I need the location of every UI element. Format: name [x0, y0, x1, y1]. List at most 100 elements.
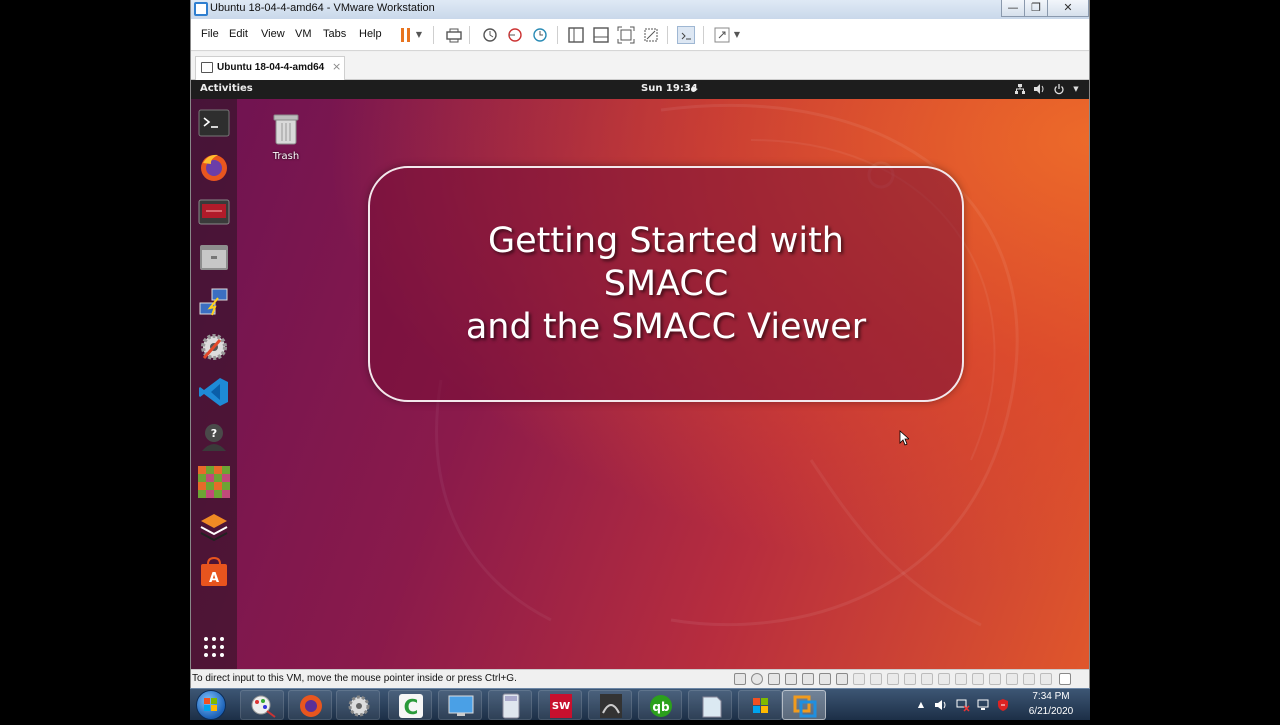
window-title: Ubuntu 18-04-4-amd64 - VMware Workstatio…	[210, 2, 435, 14]
network-tools-icon[interactable]	[198, 286, 230, 318]
tab-label: Ubuntu 18-04-4-amd64	[217, 62, 325, 73]
send-ctrl-alt-del-icon[interactable]	[445, 26, 463, 44]
toolbar-divider	[557, 26, 558, 44]
taskbar-camtasia-icon[interactable]: C	[388, 690, 432, 720]
show-applications-icon[interactable]	[198, 631, 230, 663]
snapshot-manager-icon[interactable]	[531, 26, 549, 44]
revert-snapshot-icon[interactable]	[506, 26, 524, 44]
menu-view[interactable]: View	[261, 28, 285, 40]
taskbar-notepad-icon[interactable]	[688, 690, 732, 720]
usb-device-icon[interactable]	[785, 673, 797, 685]
menu-help[interactable]: Help	[359, 28, 382, 40]
taskbar-clock-date[interactable]: 6/21/2020	[1016, 706, 1086, 717]
taskbar-paint-icon[interactable]	[240, 690, 284, 720]
slide-title: Getting Started with SMACC and the SMACC V…	[370, 220, 962, 349]
thumbnail-bar-icon[interactable]	[592, 26, 610, 44]
usb-port-icon[interactable]	[887, 673, 899, 685]
hard-disk-icon[interactable]	[734, 673, 746, 685]
slide-title-line: Getting Started with	[488, 221, 844, 261]
firefox-icon[interactable]	[198, 151, 230, 183]
usb-port-icon[interactable]	[989, 673, 1001, 685]
layers-app-icon[interactable]	[198, 511, 230, 543]
maximize-button[interactable]: ❐	[1024, 0, 1048, 17]
power-dropdown-icon[interactable]: ▼	[414, 26, 424, 44]
volume-tray-icon[interactable]	[934, 698, 948, 712]
network-tray-icon[interactable]	[976, 698, 990, 712]
close-button[interactable]: ✕	[1047, 0, 1089, 17]
help-icon[interactable]: ?	[198, 421, 230, 453]
snapshot-icon[interactable]	[481, 26, 499, 44]
system-menu-chevron-icon[interactable]: ▼	[1070, 83, 1082, 95]
guest-desktop[interactable]: Activities Sun 19:34 ▼ ? A Trash Getting…	[191, 80, 1089, 669]
vmware-app-icon	[194, 2, 208, 16]
minimize-button[interactable]: —	[1001, 0, 1025, 17]
tab-close-icon[interactable]: ×	[332, 60, 341, 73]
tab-ubuntu-vm[interactable]: Ubuntu 18-04-4-amd64 ×	[195, 56, 345, 80]
pause-icon[interactable]	[397, 26, 415, 44]
terminal-icon[interactable]	[198, 107, 230, 139]
network-icon[interactable]	[1014, 83, 1026, 95]
svg-text:qb: qb	[652, 700, 670, 714]
start-button[interactable]	[196, 690, 226, 720]
menu-edit[interactable]: Edit	[229, 28, 248, 40]
antivirus-shield-icon[interactable]	[996, 698, 1010, 712]
remote-desktop-icon[interactable]	[198, 196, 230, 228]
show-hidden-icons-icon[interactable]: ▲	[914, 698, 928, 712]
usb-port-icon[interactable]	[921, 673, 933, 685]
menu-vm[interactable]: VM	[295, 28, 312, 40]
message-log-icon[interactable]	[1059, 673, 1071, 685]
taskbar-solidworks-icon[interactable]: SW	[538, 690, 582, 720]
tab-bar: Ubuntu 18-04-4-amd64 ×	[191, 52, 1089, 80]
taskbar-calculator-icon[interactable]	[488, 690, 532, 720]
unity-mode-icon[interactable]	[642, 26, 660, 44]
taskbar-clock-time[interactable]: 7:34 PM	[1016, 691, 1086, 702]
full-screen-icon[interactable]	[617, 26, 635, 44]
trash-desktop-item[interactable]: Trash	[269, 112, 303, 162]
printer-icon[interactable]	[819, 673, 831, 685]
taskbar-windows-explorer-icon[interactable]	[738, 690, 782, 720]
usb-port-icon[interactable]	[904, 673, 916, 685]
stretch-guest-icon[interactable]	[713, 26, 731, 44]
taskbar-settings-icon[interactable]	[336, 690, 380, 720]
screen: Ubuntu 18-04-4-amd64 - VMware Workstatio…	[0, 0, 1280, 720]
clock[interactable]: Sun 19:34	[641, 83, 698, 94]
network-disconnected-tray-icon[interactable]	[956, 698, 970, 712]
trash-icon	[273, 114, 299, 145]
power-icon[interactable]	[1053, 83, 1065, 95]
usb-port-icon[interactable]	[938, 673, 950, 685]
settings-tools-icon[interactable]	[198, 331, 230, 363]
windows-logo-icon	[204, 698, 217, 711]
files-icon[interactable]	[198, 241, 230, 273]
gnome-top-bar: Activities Sun 19:34 ▼	[191, 80, 1089, 99]
usb-port-icon[interactable]	[1040, 673, 1052, 685]
toolbar-divider	[433, 26, 434, 44]
stretch-dropdown-icon[interactable]: ▼	[732, 26, 742, 44]
usb-port-icon[interactable]	[1023, 673, 1035, 685]
vmware-window: Ubuntu 18-04-4-amd64 - VMware Workstatio…	[190, 0, 1090, 688]
taskbar-firefox-icon[interactable]	[288, 690, 332, 720]
console-view-icon[interactable]	[677, 26, 695, 44]
usb-port-icon[interactable]	[870, 673, 882, 685]
taskbar-remote-desktop-icon[interactable]	[438, 690, 482, 720]
usb-port-icon[interactable]	[955, 673, 967, 685]
taskbar-quickbooks-icon[interactable]: qb	[638, 690, 682, 720]
taskbar-vmware-icon[interactable]	[782, 690, 826, 720]
toolbar-divider	[469, 26, 470, 44]
menu-file[interactable]: File	[201, 28, 219, 40]
vscode-icon[interactable]	[198, 376, 230, 408]
sound-card-icon[interactable]	[802, 673, 814, 685]
show-library-icon[interactable]	[567, 26, 585, 44]
ubuntu-dock: ? A	[191, 99, 237, 669]
taskbar-cad-app-icon[interactable]	[588, 690, 632, 720]
network-adapter-icon[interactable]	[768, 673, 780, 685]
usb-port-icon[interactable]	[972, 673, 984, 685]
usb-port-icon[interactable]	[853, 673, 865, 685]
checkerboard-app-icon[interactable]	[198, 466, 230, 498]
activities-button[interactable]: Activities	[200, 83, 253, 94]
cd-dvd-icon[interactable]	[751, 673, 763, 685]
usb-port-icon[interactable]	[1006, 673, 1018, 685]
menu-tabs[interactable]: Tabs	[323, 28, 346, 40]
display-icon[interactable]	[836, 673, 848, 685]
volume-icon[interactable]	[1033, 83, 1045, 95]
software-center-icon[interactable]: A	[198, 556, 230, 588]
